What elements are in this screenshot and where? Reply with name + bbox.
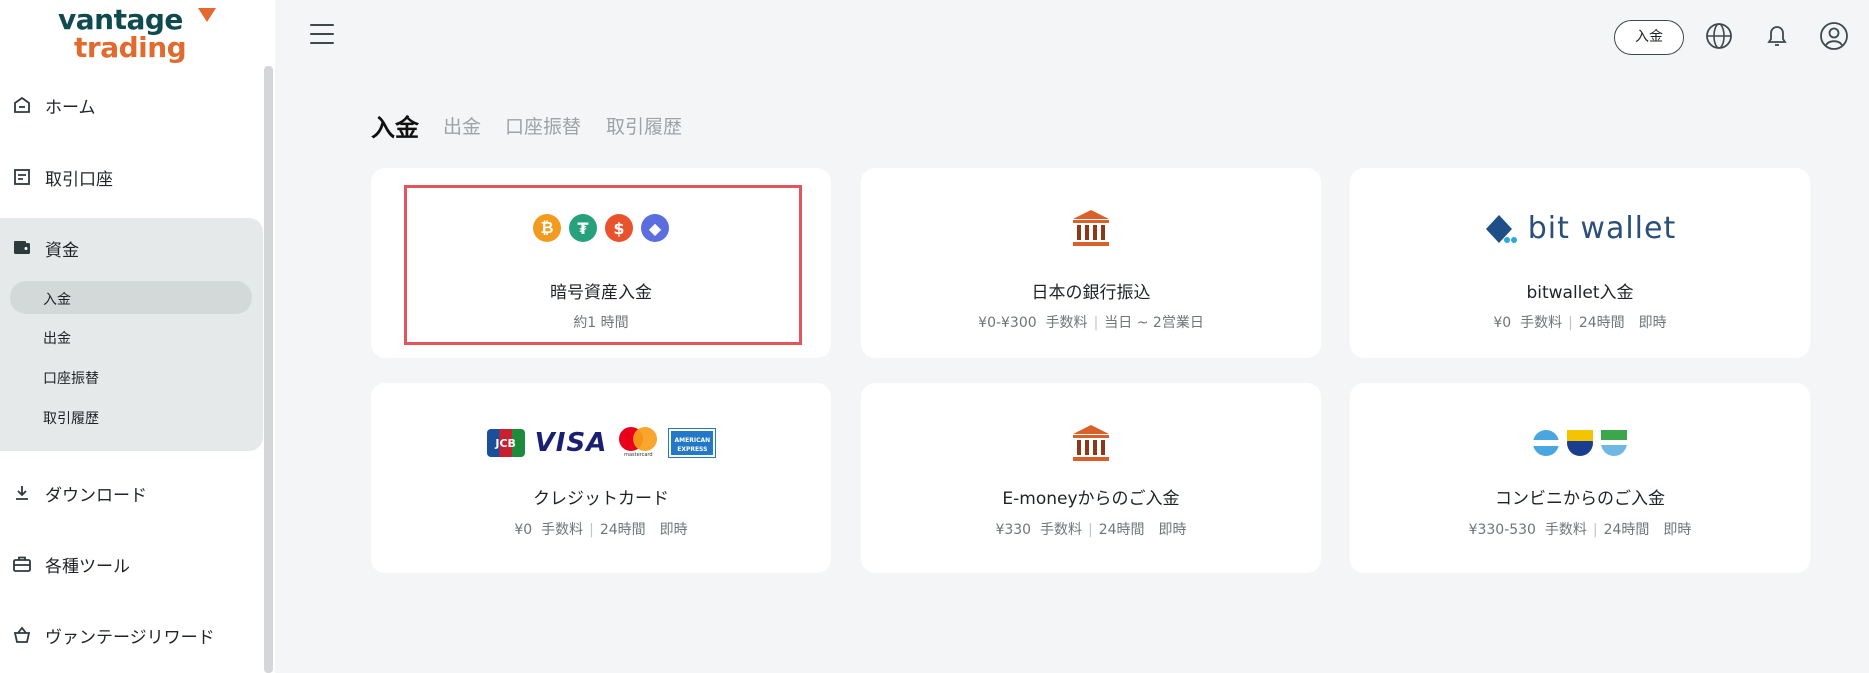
funds-group: 資金 入金 出金 口座振替 取引履歴 [0, 218, 263, 451]
method-title: bitwallet入金 [1526, 283, 1634, 303]
method-meta: ¥330 手数料 | 24時間 即時 [995, 522, 1187, 538]
user-avatar-icon[interactable] [1819, 21, 1849, 51]
method-meta: ¥0 手数料 | 24時間 即時 [1493, 315, 1667, 331]
sidebar-scrollbar[interactable] [264, 66, 273, 673]
method-card-bank-transfer[interactable]: 日本の銀行振込 ¥0-¥300 手数料 | 当日 ~ 2営業日 [861, 168, 1321, 358]
ethereum-icon: ◆ [641, 214, 669, 242]
tab-transfer[interactable]: 口座振替 [505, 112, 581, 139]
bank-icon [861, 208, 1321, 248]
method-meta: ¥0 手数料 | 24時間 即時 [514, 522, 688, 538]
globe-icon[interactable] [1704, 21, 1734, 51]
convenience-store-icons [1350, 423, 1810, 463]
method-card-credit-card[interactable]: JCB VISA mastercard AMERICAN EXPRESS クレジ… [371, 383, 831, 573]
logo-triangle-icon [198, 8, 216, 22]
store-icon-yellow [1567, 430, 1593, 456]
nav-tools[interactable]: 各種ツール [0, 543, 262, 583]
method-title: クレジットカード [533, 489, 669, 509]
method-title: 暗号資産入金 [550, 283, 652, 303]
method-title: コンビニからのご入金 [1495, 489, 1665, 509]
nav-funds-label: 資金 [45, 241, 79, 261]
home-icon [14, 96, 30, 113]
sidebar: vantage trading ホーム 取引口座 資金 入金 出金 口座振替 取… [0, 0, 275, 673]
tab-deposit[interactable]: 入金 [371, 108, 419, 143]
nav-rewards-label: ヴァンテージリワード [45, 628, 215, 648]
method-card-bitwallet[interactable]: bit wallet bitwallet入金 ¥0 手数料 | 24時間 即時 [1350, 168, 1810, 358]
nav-rewards[interactable]: ヴァンテージリワード [0, 614, 262, 654]
method-card-convenience-store[interactable]: コンビニからのご入金 ¥330-530 手数料 | 24時間 即時 [1350, 383, 1810, 573]
method-card-emoney[interactable]: E-moneyからのご入金 ¥330 手数料 | 24時間 即時 [861, 383, 1321, 573]
crypto-coins-icons: ₿ ₮ $ ◆ [371, 208, 831, 248]
header-deposit-button[interactable]: 入金 [1614, 20, 1684, 55]
method-title: E-moneyからのご入金 [1002, 489, 1180, 509]
document-icon [14, 169, 30, 185]
method-meta: ¥0-¥300 手数料 | 当日 ~ 2営業日 [978, 315, 1204, 331]
nav-accounts[interactable]: 取引口座 [0, 156, 262, 196]
nav-download[interactable]: ダウンロード [0, 472, 262, 512]
nav-sub-withdraw[interactable]: 出金 [10, 320, 252, 353]
store-icon-blue [1533, 430, 1559, 456]
visa-icon: VISA [534, 428, 608, 458]
tether-icon: ₮ [569, 214, 597, 242]
bitwallet-logo: bit wallet [1350, 208, 1810, 248]
bell-icon[interactable] [1762, 21, 1792, 51]
basket-icon [13, 626, 31, 643]
method-card-crypto[interactable]: ₿ ₮ $ ◆ 暗号資産入金 約1 時間 [371, 168, 831, 358]
nav-home[interactable]: ホーム [0, 84, 262, 124]
tab-history[interactable]: 取引履歴 [606, 112, 682, 139]
menu-icon[interactable] [310, 24, 334, 46]
nav-sub-deposit[interactable]: 入金 [10, 281, 252, 314]
wallet-icon [14, 241, 30, 254]
vantage-trading-logo[interactable]: vantage trading [58, 4, 216, 66]
usdc-icon: $ [605, 214, 633, 242]
method-meta: ¥330-530 手数料 | 24時間 即時 [1468, 522, 1692, 538]
amex-icon: AMERICAN EXPRESS [668, 428, 717, 458]
nav-sub-history[interactable]: 取引履歴 [10, 400, 252, 433]
tab-withdraw[interactable]: 出金 [443, 112, 481, 139]
bitcoin-icon: ₿ [533, 214, 561, 242]
jcb-icon: JCB [486, 429, 525, 457]
nav-home-label: ホーム [45, 98, 96, 118]
card-brands-icons: JCB VISA mastercard AMERICAN EXPRESS [371, 423, 831, 463]
nav-sub-transfer[interactable]: 口座振替 [10, 360, 252, 393]
nav-accounts-label: 取引口座 [45, 170, 113, 190]
bank-icon [861, 423, 1321, 463]
nav-tools-label: 各種ツール [45, 557, 130, 577]
bitwallet-logo-text: bit wallet [1527, 210, 1677, 246]
store-icon-green [1601, 430, 1627, 456]
nav-funds[interactable]: 資金 [0, 227, 262, 267]
nav-download-label: ダウンロード [45, 486, 147, 506]
method-title: 日本の銀行振込 [1031, 283, 1151, 303]
method-meta: 約1 時間 [573, 315, 629, 331]
toolbox-icon [13, 556, 31, 572]
mastercard-icon: mastercard [617, 427, 659, 459]
download-icon [16, 486, 28, 500]
